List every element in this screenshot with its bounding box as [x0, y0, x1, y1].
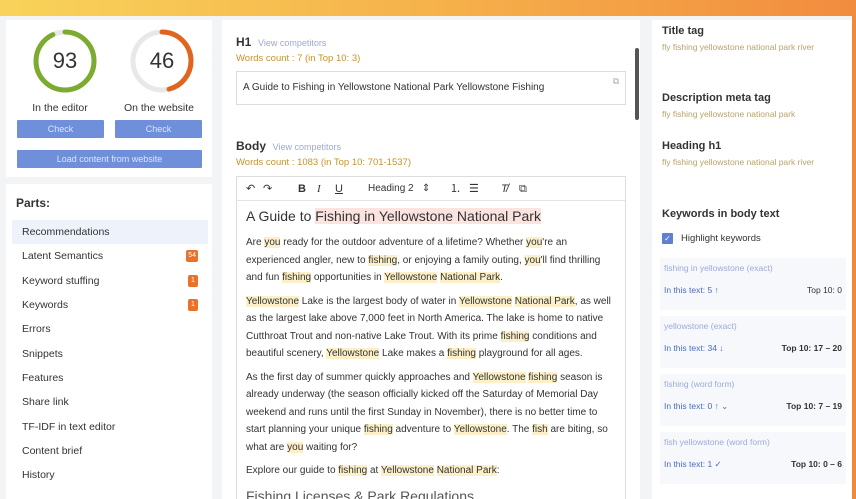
parts-item-keywords[interactable]: Keywords 1 [12, 293, 208, 317]
parts-item-label: Recommendations [22, 226, 110, 238]
parts-item-badge: 1 [188, 275, 198, 287]
highlight-checkbox[interactable]: ✓ [662, 233, 673, 244]
highlight-label: Highlight keywords [681, 233, 761, 244]
content-paragraph: Explore our guide to fishing at Yellowst… [246, 465, 500, 476]
load-content-button[interactable]: Load content from website [17, 150, 202, 168]
parts-item-label: Latent Semantics [22, 250, 104, 262]
parts-item-label: Keyword stuffing [22, 275, 100, 287]
body-view-competitors-link[interactable]: View competitors [273, 142, 341, 152]
body-section-title: Body View competitors [236, 139, 341, 153]
keyword-card[interactable]: yellowstone (exact) In this text: 34 ↓ T… [660, 316, 846, 368]
keyword-top10: Top 10: 0 – 6 [791, 459, 842, 469]
heading-select[interactable]: Heading 2 ⇕ [368, 182, 430, 196]
h1-input-value: A Guide to Fishing in Yellowstone Nation… [243, 82, 545, 93]
parts-item-label: History [22, 469, 55, 481]
parts-item-label: Errors [22, 323, 51, 335]
parts-title: Parts: [16, 196, 51, 210]
parts-item-history[interactable]: History [12, 463, 208, 487]
parts-item-errors[interactable]: Errors [12, 317, 208, 341]
content-paragraph: Yellowstone Lake is the largest body of … [246, 295, 611, 359]
editor-score-label: In the editor [32, 102, 88, 114]
parts-item-recommendations[interactable]: Recommendations [12, 220, 208, 244]
keyword-name: fish yellowstone (word form) [664, 437, 770, 447]
body-keywords-heading: Keywords in body text [662, 208, 780, 220]
website-score-value: 46 [149, 48, 175, 73]
editor-panel: H1 View competitors Words count : 7 (in … [222, 20, 640, 499]
parts-item-label: Snippets [22, 348, 63, 360]
editor-toolbar: ↶ ↷ B I U Heading 2 ⇕ ⒈ ☰ T̸ ⧉ [237, 177, 625, 201]
body-word-count: Words count : 1083 (in Top 10: 701-1537) [236, 157, 411, 168]
check-website-button[interactable]: Check [115, 120, 202, 138]
parts-panel: Parts: Recommendations Latent Semantics 5… [6, 184, 212, 499]
parts-item-label: TF-IDF in text editor [22, 421, 116, 433]
editor-score-gauge: 93 [30, 26, 100, 96]
title-tag-heading: Title tag [662, 25, 704, 37]
parts-item-label: Features [22, 372, 64, 384]
parts-item-label: Content brief [22, 445, 83, 457]
heading-h1-keywords: fly fishing yellowstone national park ri… [662, 157, 815, 167]
parts-item-latent-semantics[interactable]: Latent Semantics 54 [12, 244, 208, 268]
keyword-card[interactable]: fishing in yellowstone (exact) In this t… [660, 258, 846, 310]
parts-item-tf-idf[interactable]: TF-IDF in text editor [12, 415, 208, 439]
content-subheading: Fishing Licenses & Park Regulations [246, 487, 475, 499]
copy-icon[interactable]: ⧉ [613, 76, 619, 86]
parts-item-badge: 1 [188, 299, 198, 311]
undo-icon[interactable]: ↶ [246, 182, 255, 196]
meta-tag-heading: Description meta tag [662, 92, 771, 104]
heading-h1-heading: Heading h1 [662, 140, 722, 152]
keyword-count: In this text: 34 ↓ [664, 343, 724, 353]
parts-item-snippets[interactable]: Snippets [12, 342, 208, 366]
parts-item-share-link[interactable]: Share link [12, 390, 208, 414]
content-paragraph: Are you ready for the outdoor adventure … [246, 237, 601, 283]
h1-input[interactable]: A Guide to Fishing in Yellowstone Nation… [236, 71, 626, 105]
parts-item-features[interactable]: Features [12, 366, 208, 390]
parts-item-keyword-stuffing[interactable]: Keyword stuffing 1 [12, 269, 208, 293]
copy-icon[interactable]: ⧉ [519, 182, 527, 196]
parts-item-label: Keywords [22, 299, 69, 311]
keyword-card[interactable]: fishing (word form) In this text: 0 ↑ ⌄ … [660, 374, 846, 426]
underline-icon[interactable]: U [335, 182, 343, 196]
h1-title: H1 [236, 35, 252, 49]
meta-tag-keywords: fly fishing yellowstone national park [662, 109, 796, 119]
score-panel: 93 46 In the editor On the website Check… [6, 20, 212, 177]
right-edge-accent [852, 16, 856, 499]
bullet-list-icon[interactable]: ☰ [469, 182, 479, 196]
keyword-name: fishing (word form) [664, 379, 735, 389]
heading-select-value: Heading 2 [368, 183, 414, 194]
body-editor[interactable]: ↶ ↷ B I U Heading 2 ⇕ ⒈ ☰ T̸ ⧉ A Guide t… [236, 176, 626, 499]
parts-item-label: Share link [22, 396, 69, 408]
parts-item-content-brief[interactable]: Content brief [12, 439, 208, 463]
editor-score-value: 93 [52, 48, 78, 73]
title-tag-keywords: fly fishing yellowstone national park ri… [662, 42, 815, 52]
keyword-count: In this text: 1 ✓ [664, 459, 722, 469]
keyword-top10: Top 10: 0 [807, 285, 842, 295]
keyword-top10: Top 10: 17 – 20 [781, 343, 842, 353]
redo-icon[interactable]: ↷ [263, 182, 272, 196]
h1-section-title: H1 View competitors [236, 35, 326, 49]
keywords-panel: Title tag fly fishing yellowstone nation… [652, 20, 852, 499]
keyword-name: fishing in yellowstone (exact) [664, 263, 773, 273]
keyword-name: yellowstone (exact) [664, 321, 737, 331]
editor-scrollbar[interactable] [635, 48, 639, 120]
clear-format-icon[interactable]: T̸ [501, 182, 508, 196]
keyword-count: In this text: 5 ↑ [664, 285, 719, 295]
keyword-top10: Top 10: 7 – 19 [786, 401, 842, 411]
content-heading: A Guide to Fishing in Yellowstone Nation… [246, 208, 541, 224]
bold-icon[interactable]: B [298, 182, 306, 196]
content-paragraph: As the first day of summer quickly appro… [246, 371, 608, 453]
website-score-gauge: 46 [127, 26, 197, 96]
body-title: Body [236, 139, 266, 153]
h1-word-count: Words count : 7 (in Top 10: 3) [236, 53, 361, 64]
italic-icon[interactable]: I [317, 182, 321, 196]
keyword-count: In this text: 0 ↑ ⌄ [664, 401, 729, 411]
check-editor-button[interactable]: Check [17, 120, 104, 138]
ordered-list-icon[interactable]: ⒈ [450, 182, 461, 196]
top-gradient-bar [0, 0, 856, 16]
parts-item-badge: 54 [186, 250, 198, 262]
h1-view-competitors-link[interactable]: View competitors [258, 38, 326, 48]
keyword-card[interactable]: fish yellowstone (word form) In this tex… [660, 432, 846, 484]
editor-content[interactable]: A Guide to Fishing in Yellowstone Nation… [246, 207, 618, 499]
website-score-label: On the website [123, 102, 195, 114]
